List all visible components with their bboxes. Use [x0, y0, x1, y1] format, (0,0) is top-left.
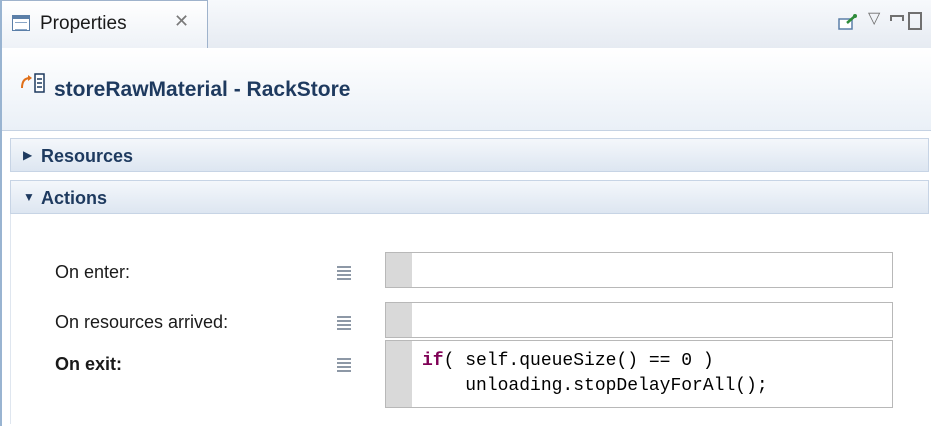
code-editor-icon[interactable]	[337, 266, 351, 282]
code-editor-icon[interactable]	[337, 358, 351, 374]
chevron-down-icon: ▼	[23, 190, 35, 204]
on-resources-arrived-field[interactable]	[385, 302, 893, 338]
editor-gutter	[386, 341, 412, 407]
on-exit-label: On exit:	[55, 354, 123, 374]
pin-icon[interactable]	[838, 14, 858, 30]
actions-body: On enter: On resources arrived: On exit:…	[10, 214, 930, 424]
code-keyword: if	[422, 351, 444, 371]
on-resources-arrived-label: On resources arrived:	[55, 312, 229, 332]
view-menu-icon[interactable]: ▽	[868, 8, 880, 28]
view-tab-bar: Properties ✕ ▽	[2, 0, 931, 49]
properties-icon	[12, 15, 30, 31]
minimize-icon[interactable]	[890, 15, 904, 21]
close-icon[interactable]: ✕	[174, 11, 189, 32]
chevron-right-icon: ▶	[23, 148, 33, 162]
tab-properties[interactable]: Properties ✕	[2, 0, 208, 48]
on-enter-field[interactable]	[385, 252, 893, 288]
on-enter-label: On enter:	[55, 262, 131, 282]
code-line-1: ( self.queueSize() == 0 )	[443, 351, 714, 371]
on-exit-code: if( self.queueSize() == 0 ) unloading.st…	[422, 349, 768, 399]
code-line-2: unloading.stopDelayForAll();	[422, 376, 768, 396]
maximize-icon[interactable]	[908, 12, 922, 30]
section-resources[interactable]: ▶ Resources	[10, 138, 929, 172]
editor-gutter	[386, 303, 412, 337]
code-editor-icon[interactable]	[337, 316, 351, 332]
section-label: Resources	[41, 146, 134, 166]
editor-gutter	[386, 253, 412, 287]
flowchart-block-icon	[21, 73, 45, 93]
tab-label: Properties	[40, 13, 127, 34]
properties-view: Properties ✕ ▽ storeRawMaterial - RackSt…	[0, 0, 931, 426]
section-actions[interactable]: ▼ Actions	[10, 180, 929, 214]
on-exit-field[interactable]: if( self.queueSize() == 0 ) unloading.st…	[385, 340, 893, 408]
page-title: storeRawMaterial - RackStore	[54, 78, 351, 101]
section-label: Actions	[41, 188, 108, 208]
properties-title-bar: storeRawMaterial - RackStore	[2, 48, 931, 131]
